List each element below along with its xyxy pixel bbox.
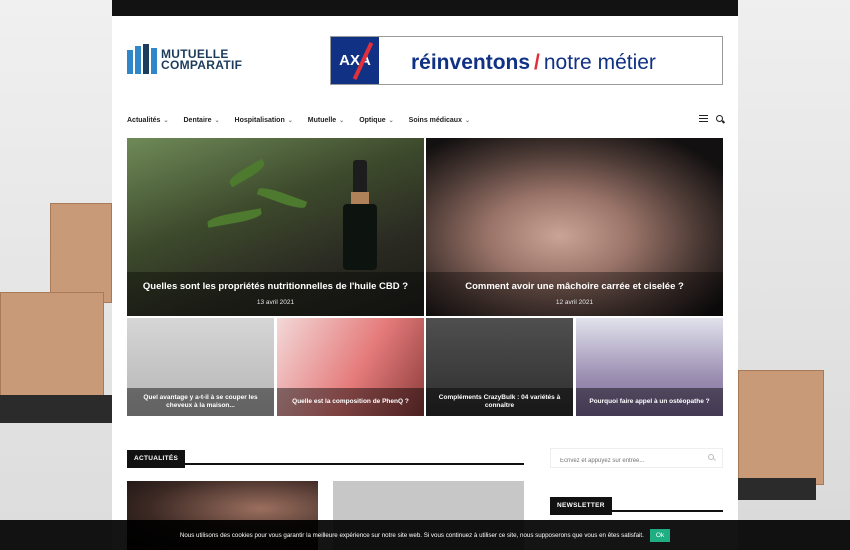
tile-title[interactable]: Pourquoi faire appel à un ostéopathe ?: [589, 398, 709, 406]
nav-item-optique[interactable]: Optique ⌄: [359, 117, 393, 124]
cookie-ok-button[interactable]: Ok: [649, 528, 671, 542]
grid-post-osteopathe[interactable]: Pourquoi faire appel à un ostéopathe ?: [576, 318, 723, 416]
search-icon[interactable]: [716, 115, 723, 122]
cbd-bottle: [341, 160, 379, 270]
nav-item-actualites[interactable]: Actualités ⌄: [127, 117, 169, 124]
nav-item-hospitalisation[interactable]: Hospitalisation ⌄: [235, 117, 293, 124]
tile-caption: Compléments CrazyBulk : 04 variétés à co…: [426, 388, 573, 416]
logo-line-2: COMPARATIF: [161, 58, 243, 72]
decor-box: [0, 292, 104, 402]
section-header-actualites: ACTUALITÉS: [127, 447, 524, 468]
ad-text: réinventons / notre métier: [411, 51, 656, 75]
logo-icon: [127, 44, 157, 76]
tile-title[interactable]: Compléments CrazyBulk : 04 variétés à co…: [434, 394, 565, 410]
grid-post-crazybulk[interactable]: Compléments CrazyBulk : 04 variétés à co…: [426, 318, 573, 416]
chevron-down-icon: ⌄: [339, 117, 345, 124]
decor-leaf: [227, 158, 267, 188]
chevron-down-icon: ⌄: [163, 117, 169, 124]
ad-slash: /: [534, 51, 540, 74]
ad-text-bold: réinventons: [411, 51, 531, 74]
site-logo[interactable]: MUTUELLE COMPARATIF: [127, 44, 242, 76]
page: MUTUELLE COMPARATIF AXA réinventons / notr…: [112, 0, 738, 550]
newsletter-header: NEWSLETTER: [550, 494, 723, 515]
newsletter-label: NEWSLETTER: [550, 497, 612, 515]
hero-caption: Quelles sont les propriétés nutritionnel…: [127, 272, 424, 316]
tile-caption: Quelle est la composition de PhenQ ?: [277, 388, 424, 416]
main-nav: Actualités ⌄ Dentaire ⌄ Hospitalisation ⌄ M…: [127, 110, 723, 130]
decor-shelf: [0, 395, 112, 423]
tile-title[interactable]: Quel avantage y a-t-il à se couper les c…: [135, 394, 266, 410]
chevron-down-icon: ⌄: [214, 117, 220, 124]
nav-label: Dentaire: [183, 116, 212, 124]
hero-date: 12 avril 2021: [555, 299, 594, 306]
grid-post-phenq[interactable]: Quelle est la composition de PhenQ ?: [277, 318, 424, 416]
nav-label: Mutuelle: [307, 116, 337, 124]
cookie-bar: Nous utilisons des cookies pour vous gar…: [0, 520, 850, 550]
decor-leaf: [256, 184, 308, 212]
tile-title[interactable]: Quelle est la composition de PhenQ ?: [292, 398, 409, 406]
nav-label: Actualités: [127, 116, 161, 124]
logo-text: MUTUELLE COMPARATIF: [161, 48, 243, 72]
decor-box: [738, 370, 824, 485]
chevron-down-icon: ⌄: [388, 117, 394, 124]
nav-item-dentaire[interactable]: Dentaire ⌄: [184, 117, 220, 124]
nav-icons: [699, 115, 723, 122]
section-label[interactable]: ACTUALITÉS: [127, 450, 186, 468]
decor-leaf: [206, 208, 263, 228]
sidebar-search: [550, 448, 723, 470]
search-input[interactable]: [551, 452, 701, 470]
decor-shelf: [738, 478, 816, 500]
top-bar: [112, 0, 738, 16]
chevron-down-icon: ⌄: [464, 117, 470, 124]
tile-caption: Pourquoi faire appel à un ostéopathe ?: [576, 388, 723, 416]
decor-box: [50, 203, 112, 303]
axa-logo: AXA: [331, 37, 379, 84]
ad-banner[interactable]: AXA réinventons / notre métier: [330, 36, 723, 85]
cookie-text: Nous utilisons des cookies pour vous gar…: [179, 531, 644, 539]
nav-label: Optique: [359, 116, 386, 124]
hero-post-jaw[interactable]: Comment avoir une mâchoire carrée et cis…: [426, 138, 723, 316]
grid-post-haircut[interactable]: Quel avantage y a-t-il à se couper les c…: [127, 318, 274, 416]
hero-title[interactable]: Comment avoir une mâchoire carrée et cis…: [426, 281, 723, 292]
nav-label: Soins médicaux: [408, 116, 462, 124]
nav-item-soins-medicaux[interactable]: Soins médicaux ⌄: [409, 117, 470, 124]
hamburger-menu-icon[interactable]: [699, 115, 708, 122]
search-icon[interactable]: [708, 454, 714, 460]
hero-title[interactable]: Quelles sont les propriétés nutritionnel…: [127, 281, 424, 292]
ad-text-rest: notre métier: [543, 51, 656, 74]
hero-post-cbd[interactable]: Quelles sont les propriétés nutritionnel…: [127, 138, 424, 316]
nav-label: Hospitalisation: [234, 116, 285, 124]
hero-date: 13 avril 2021: [256, 299, 295, 306]
chevron-down-icon: ⌄: [287, 117, 293, 124]
nav-item-mutuelle[interactable]: Mutuelle ⌄: [308, 117, 344, 124]
tile-caption: Quel avantage y a-t-il à se couper les c…: [127, 388, 274, 416]
hero-caption: Comment avoir une mâchoire carrée et cis…: [426, 272, 723, 316]
